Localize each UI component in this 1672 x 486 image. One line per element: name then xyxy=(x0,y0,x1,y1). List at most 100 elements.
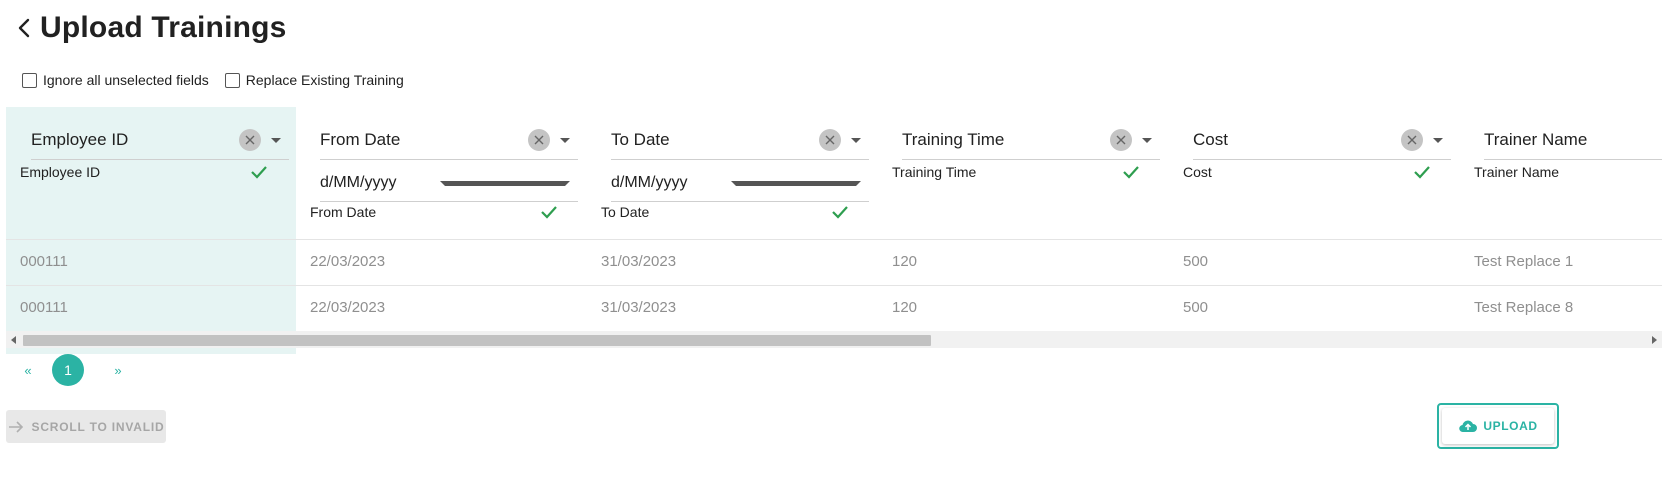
table-cell: 22/03/2023 xyxy=(310,299,386,316)
upload-button[interactable]: UPLOAD xyxy=(1442,408,1554,444)
table-cell: 000111 xyxy=(20,299,68,316)
column-header: Employee ID Employee ID xyxy=(6,107,296,256)
clear-mapping-button[interactable] xyxy=(1401,129,1423,151)
source-field-name: Trainer Name xyxy=(1474,164,1560,180)
table-cell: 22/03/2023 xyxy=(310,253,386,270)
grid-column: Cost Cost 500 500 xyxy=(1169,107,1460,354)
grid-column: To Date d/MM/yyyy To Date 31/03/2023 31/… xyxy=(587,107,878,354)
scroll-right-arrow-icon[interactable] xyxy=(1652,336,1657,344)
clear-mapping-button[interactable] xyxy=(1110,129,1132,151)
chevron-left-icon xyxy=(18,18,30,38)
grid-column: Training Time Training Time 120 120 xyxy=(878,107,1169,354)
grid-column: Employee ID Employee ID 000111 000111 xyxy=(6,107,296,354)
column-mapping-select[interactable]: To Date xyxy=(611,121,869,160)
column-mapping-value: Trainer Name xyxy=(1484,130,1588,149)
close-icon xyxy=(825,135,835,145)
source-field-name: Cost xyxy=(1183,164,1212,180)
mapping-grid: Employee ID Employee ID 000111 000111 Fr… xyxy=(6,107,1662,354)
table-cell: 120 xyxy=(892,299,918,316)
check-icon xyxy=(251,166,267,179)
column-mapping-value: Employee ID xyxy=(31,130,129,149)
table-cell: 500 xyxy=(1183,299,1209,316)
chevron-down-icon[interactable] xyxy=(560,137,570,143)
table-cell: Test Replace 1 xyxy=(1474,253,1574,270)
date-format-value: d/MM/yyyy xyxy=(611,174,688,191)
upload-label: UPLOAD xyxy=(1483,419,1538,433)
date-format-select[interactable]: d/MM/yyyy xyxy=(611,165,869,202)
pagination: « 1 » xyxy=(18,354,128,386)
back-button[interactable] xyxy=(14,13,34,43)
pagination-page-current[interactable]: 1 xyxy=(52,354,84,386)
column-header: To Date d/MM/yyyy To Date xyxy=(587,107,878,256)
close-icon xyxy=(534,135,544,145)
scroll-to-invalid-label: SCROLL TO INVALID xyxy=(31,419,165,434)
source-field-name: Training Time xyxy=(892,164,977,180)
horizontal-scrollbar[interactable] xyxy=(6,331,1662,348)
source-field-row: Trainer Name xyxy=(1474,164,1662,180)
source-field-name: Employee ID xyxy=(20,164,101,180)
checkbox-label: Replace Existing Training xyxy=(245,72,404,88)
chevron-down-icon[interactable] xyxy=(271,137,281,143)
chevron-down-icon[interactable] xyxy=(851,137,861,143)
chevron-down-icon[interactable] xyxy=(1433,137,1443,143)
column-header: Cost Cost xyxy=(1169,107,1460,256)
column-header: Training Time Training Time xyxy=(878,107,1169,256)
grid-column: From Date d/MM/yyyy From Date 22/03/2023… xyxy=(296,107,587,354)
grid-column: Trainer Name Trainer Name Test Replace 1… xyxy=(1460,107,1662,354)
scroll-left-arrow-icon[interactable] xyxy=(11,336,16,344)
date-format-select[interactable]: d/MM/yyyy xyxy=(320,165,578,202)
column-header: From Date d/MM/yyyy From Date xyxy=(296,107,587,256)
source-field-row: To Date xyxy=(601,204,869,220)
upload-button-focus-ring: UPLOAD xyxy=(1437,403,1559,449)
clear-mapping-button[interactable] xyxy=(819,129,841,151)
pagination-next[interactable]: » xyxy=(108,363,128,378)
replace-existing-checkbox[interactable]: Replace Existing Training xyxy=(224,72,404,88)
chevron-down-icon[interactable] xyxy=(731,180,861,186)
table-cell: 120 xyxy=(892,253,918,270)
pagination-prev[interactable]: « xyxy=(18,363,38,378)
column-mapping-select[interactable]: From Date xyxy=(320,121,578,160)
ignore-unselected-checkbox[interactable]: Ignore all unselected fields xyxy=(22,72,209,88)
check-icon xyxy=(1414,166,1430,179)
source-field-row: Employee ID xyxy=(20,164,288,180)
check-icon xyxy=(1123,166,1139,179)
column-header: Trainer Name Trainer Name xyxy=(1460,107,1662,256)
chevron-down-icon[interactable] xyxy=(1142,137,1152,143)
column-mapping-select[interactable]: Training Time xyxy=(902,121,1160,160)
column-mapping-value: Cost xyxy=(1193,130,1228,149)
checkbox-box[interactable] xyxy=(224,72,240,88)
check-icon xyxy=(541,206,557,219)
check-icon xyxy=(832,206,848,219)
close-icon xyxy=(245,135,255,145)
chevron-down-icon[interactable] xyxy=(440,180,570,186)
arrow-right-icon xyxy=(8,420,23,433)
table-cell: 000111 xyxy=(20,253,68,270)
table-cell: Test Replace 8 xyxy=(1474,299,1574,316)
column-mapping-value: Training Time xyxy=(902,130,1005,149)
scrollbar-thumb[interactable] xyxy=(23,335,931,346)
source-field-name: From Date xyxy=(310,204,377,220)
table-cell: 500 xyxy=(1183,253,1209,270)
column-mapping-select[interactable]: Cost xyxy=(1193,121,1451,160)
source-field-row: Training Time xyxy=(892,164,1160,180)
close-icon xyxy=(1116,135,1126,145)
source-field-row: From Date xyxy=(310,204,578,220)
checkbox-label: Ignore all unselected fields xyxy=(43,72,209,88)
column-mapping-select[interactable]: Employee ID xyxy=(31,121,289,160)
source-field-row: Cost xyxy=(1183,164,1451,180)
page-header: Upload Trainings xyxy=(14,6,287,50)
cloud-upload-icon xyxy=(1459,420,1478,433)
column-mapping-value: To Date xyxy=(611,130,670,149)
clear-mapping-button[interactable] xyxy=(239,129,261,151)
scroll-to-invalid-button[interactable]: SCROLL TO INVALID xyxy=(6,410,166,443)
date-format-value: d/MM/yyyy xyxy=(320,174,397,191)
column-mapping-select[interactable]: Trainer Name xyxy=(1484,121,1662,160)
page-title: Upload Trainings xyxy=(40,11,287,44)
close-icon xyxy=(1407,135,1417,145)
upload-options: Ignore all unselected fields Replace Exi… xyxy=(22,72,420,88)
clear-mapping-button[interactable] xyxy=(528,129,550,151)
source-field-name: To Date xyxy=(601,204,650,220)
table-cell: 31/03/2023 xyxy=(601,299,677,316)
checkbox-box[interactable] xyxy=(22,72,37,88)
column-mapping-value: From Date xyxy=(320,130,401,149)
